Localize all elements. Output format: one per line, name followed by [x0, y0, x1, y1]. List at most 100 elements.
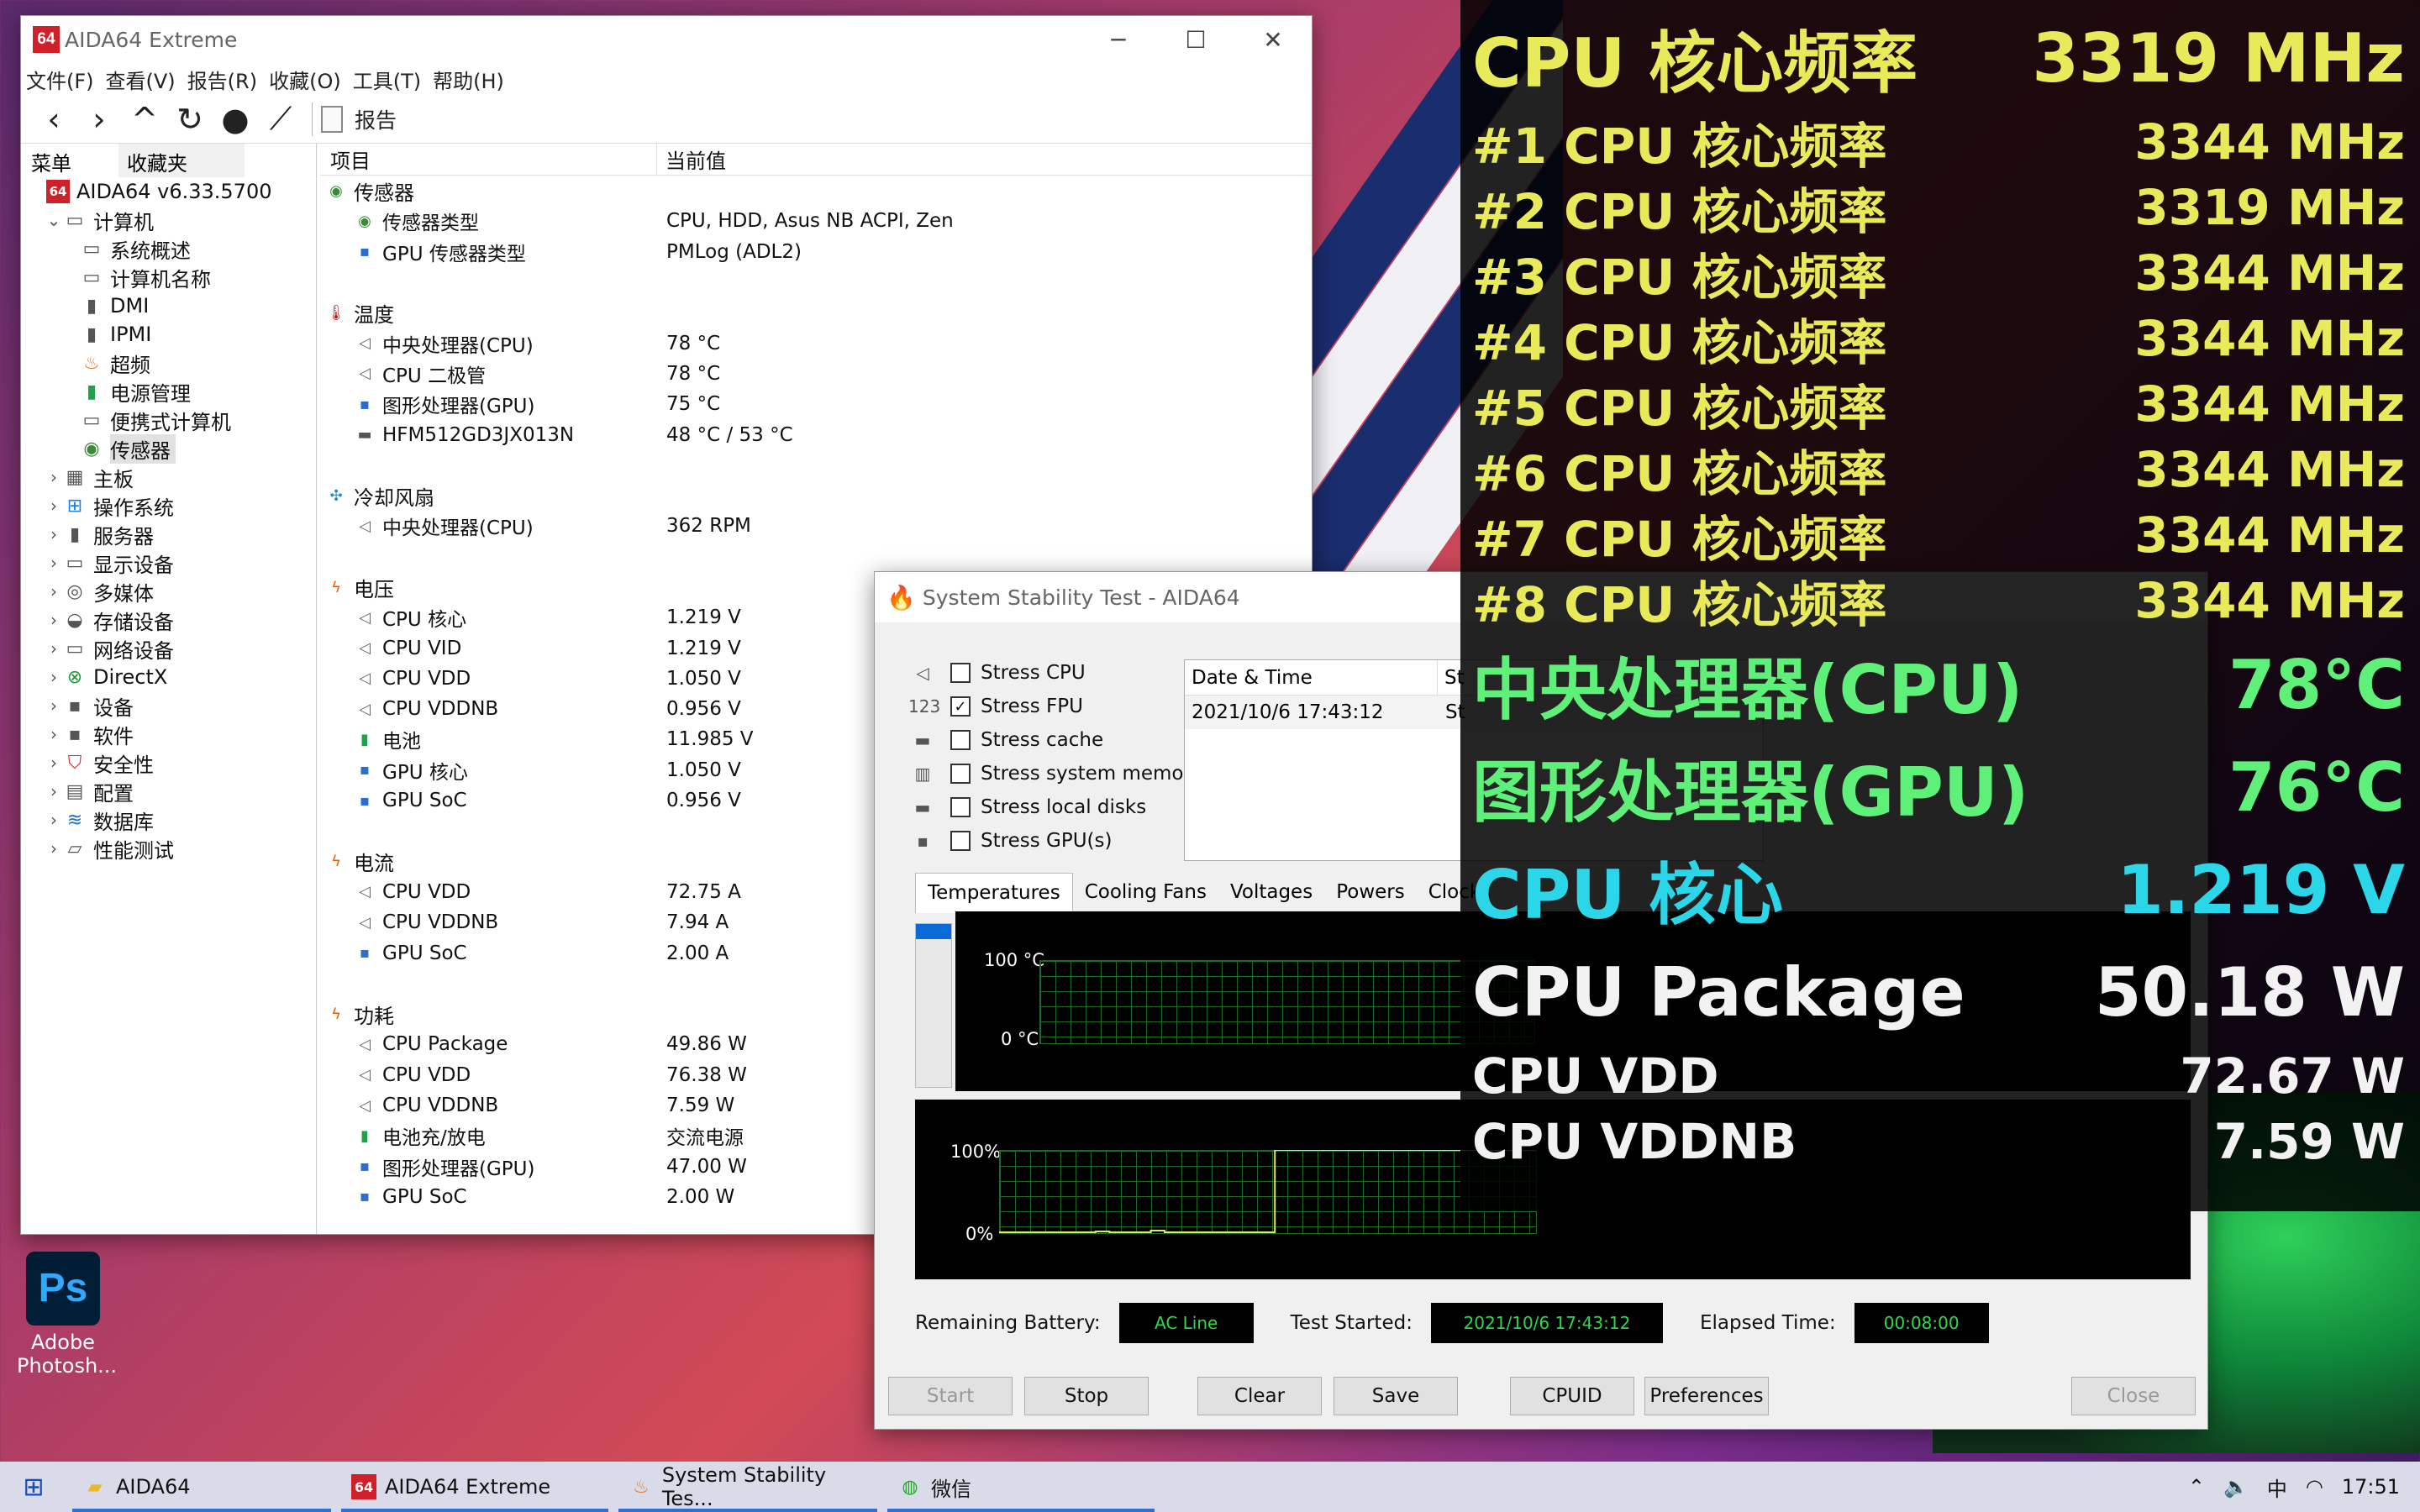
- menu-item[interactable]: 帮助(H): [433, 65, 504, 94]
- windows-start-icon[interactable]: ⊞: [0, 1462, 67, 1512]
- close-window-button[interactable]: Close: [2071, 1377, 2196, 1415]
- stress-checkbox[interactable]: [950, 831, 971, 851]
- tree-item[interactable]: › ▤ 配置: [21, 777, 316, 806]
- chevron-right-icon[interactable]: ›: [45, 496, 63, 516]
- sensor-row[interactable]: ◁ 中央处理器(CPU) 362 RPM: [320, 511, 1312, 541]
- chevron-right-icon[interactable]: ›: [45, 838, 63, 858]
- tree-item[interactable]: ▮ DMI: [21, 291, 316, 320]
- sensor-group-header[interactable]: ✣ 冷却风扇: [320, 480, 1312, 511]
- preferences-button[interactable]: Preferences: [1644, 1377, 1769, 1415]
- tree-item[interactable]: ▭ 便携式计算机: [21, 406, 316, 434]
- sensor-row[interactable]: ◁ 中央处理器(CPU) 78 °C: [320, 328, 1312, 358]
- chevron-right-icon[interactable]: ›: [45, 610, 63, 630]
- clear-button[interactable]: Clear: [1197, 1377, 1322, 1415]
- column-header-value[interactable]: 当前值: [656, 143, 1281, 176]
- up-icon[interactable]: ^: [122, 99, 167, 139]
- sensor-row[interactable]: ◉ 传感器类型 CPU, HDD, Asus NB ACPI, Zen: [320, 206, 1312, 236]
- taskbar-item[interactable]: ◍ 微信: [882, 1462, 1160, 1512]
- user-icon[interactable]: ●: [213, 99, 258, 139]
- sensor-group-header[interactable]: ◉ 传感器: [320, 176, 1312, 206]
- stress-option[interactable]: ▥ Stress system memory: [908, 757, 1203, 790]
- tree-item[interactable]: ▭ 计算机名称: [21, 263, 316, 291]
- stress-option[interactable]: ◁ Stress CPU: [908, 656, 1203, 690]
- chevron-right-icon[interactable]: ›: [45, 696, 63, 716]
- menu-item[interactable]: 查看(V): [106, 65, 176, 94]
- chevron-right-icon[interactable]: ›: [45, 667, 63, 687]
- chevron-right-icon[interactable]: ›: [45, 467, 63, 487]
- menu-item[interactable]: 报告(R): [187, 65, 257, 94]
- report-button[interactable]: 报告: [321, 104, 397, 134]
- stress-option[interactable]: ▪ Stress GPU(s): [908, 824, 1203, 858]
- tree-item[interactable]: ▮ 电源管理: [21, 377, 316, 406]
- tree-item[interactable]: › ▪ 软件: [21, 720, 316, 748]
- tree-item[interactable]: › ▭ 网络设备: [21, 634, 316, 663]
- save-button[interactable]: Save: [1334, 1377, 1458, 1415]
- tab-powers[interactable]: Powers: [1324, 873, 1417, 913]
- speaker-icon[interactable]: 🔈: [2223, 1475, 2249, 1499]
- taskbar-item[interactable]: 64 AIDA64 Extreme: [336, 1462, 613, 1512]
- chevron-right-icon[interactable]: ›: [45, 553, 63, 573]
- refresh-icon[interactable]: ↻: [167, 99, 213, 139]
- column-header-item[interactable]: 项目: [320, 144, 656, 174]
- sensor-row[interactable]: ▬ HFM512GD3JX013N 48 °C / 53 °C: [320, 419, 1312, 449]
- stress-option[interactable]: 123 ✓ Stress FPU: [908, 690, 1203, 723]
- tab-temperatures[interactable]: Temperatures: [915, 873, 1073, 913]
- close-button[interactable]: ✕: [1234, 26, 1312, 54]
- chart-icon[interactable]: ⟋: [258, 99, 303, 139]
- tree-item[interactable]: › ⛉ 安全性: [21, 748, 316, 777]
- maximize-button[interactable]: ☐: [1157, 26, 1234, 54]
- chevron-right-icon[interactable]: ›: [45, 724, 63, 744]
- chevron-right-icon[interactable]: ›: [45, 781, 63, 801]
- back-icon[interactable]: ‹: [31, 99, 76, 139]
- tree-item[interactable]: ▮ IPMI: [21, 320, 316, 349]
- taskbar-item[interactable]: ▰ AIDA64: [67, 1462, 336, 1512]
- tree-item[interactable]: ♨ 超频: [21, 349, 316, 377]
- chevron-right-icon[interactable]: ›: [45, 753, 63, 773]
- menu-item[interactable]: 工具(T): [353, 65, 421, 94]
- minimize-button[interactable]: ─: [1080, 26, 1157, 54]
- tree-item[interactable]: › ≋ 数据库: [21, 806, 316, 834]
- tree-item[interactable]: › ▮ 服务器: [21, 520, 316, 549]
- tab-menu[interactable]: 菜单: [21, 144, 82, 177]
- sensor-row[interactable]: ◁ CPU 二极管 78 °C: [320, 359, 1312, 389]
- wifi-icon[interactable]: ◠: [2306, 1475, 2323, 1499]
- tree-item[interactable]: ◉ 传感器: [21, 433, 316, 464]
- ime-indicator[interactable]: 中: [2267, 1473, 2287, 1502]
- taskbar-item[interactable]: ♨ System Stability Tes...: [613, 1462, 882, 1512]
- tree-item[interactable]: › ⊞ 操作系统: [21, 491, 316, 520]
- chevron-right-icon[interactable]: ›: [45, 638, 63, 659]
- tree-item[interactable]: ▭ 系统概述: [21, 234, 316, 263]
- chevron-down-icon[interactable]: ⌄: [45, 210, 63, 230]
- stress-checkbox[interactable]: [950, 663, 971, 683]
- chevron-right-icon[interactable]: ›: [45, 810, 63, 830]
- stress-checkbox[interactable]: [950, 797, 971, 817]
- stress-option[interactable]: ▬ Stress cache: [908, 723, 1203, 757]
- menu-item[interactable]: 文件(F): [26, 65, 94, 94]
- tree-item[interactable]: › ◎ 多媒体: [21, 577, 316, 606]
- tree-item[interactable]: › ▪ 设备: [21, 691, 316, 720]
- sensor-group-header[interactable]: 🌡 温度: [320, 297, 1312, 328]
- chevron-right-icon[interactable]: ›: [45, 581, 63, 601]
- log-header-time[interactable]: Date & Time: [1185, 667, 1437, 689]
- tree-item[interactable]: › ◒ 存储设备: [21, 606, 316, 634]
- sensor-row[interactable]: ▪ 图形处理器(GPU) 75 °C: [320, 389, 1312, 419]
- stress-checkbox[interactable]: [950, 764, 971, 784]
- stop-button[interactable]: Stop: [1024, 1377, 1149, 1415]
- chevron-up-icon[interactable]: ⌃: [2188, 1475, 2205, 1499]
- forward-icon[interactable]: ›: [76, 99, 122, 139]
- sensor-row[interactable]: ▪ GPU 传感器类型 PMLog (ADL2): [320, 237, 1312, 267]
- title-bar[interactable]: 64 AIDA64 Extreme ─ ☐ ✕: [21, 16, 1312, 63]
- stress-checkbox[interactable]: ✓: [950, 696, 971, 717]
- stress-option[interactable]: ▬ Stress local disks: [908, 790, 1203, 824]
- tree-item[interactable]: 64 AIDA64 v6.33.5700: [21, 177, 316, 206]
- clock[interactable]: 17:51: [2342, 1475, 2400, 1499]
- photoshop-desktop-icon[interactable]: Ps Adobe Photosh...: [17, 1252, 117, 1378]
- tree-item[interactable]: › ⊗ DirectX: [21, 663, 316, 691]
- cpuid-button[interactable]: CPUID: [1510, 1377, 1634, 1415]
- tree-item[interactable]: ⌄ ▭ 计算机: [21, 206, 316, 234]
- tree-item[interactable]: › ▭ 显示设备: [21, 549, 316, 577]
- chevron-right-icon[interactable]: ›: [45, 524, 63, 544]
- tree-item[interactable]: › ▱ 性能测试: [21, 834, 316, 863]
- tree-item[interactable]: › ▦ 主板: [21, 463, 316, 491]
- stress-checkbox[interactable]: [950, 730, 971, 750]
